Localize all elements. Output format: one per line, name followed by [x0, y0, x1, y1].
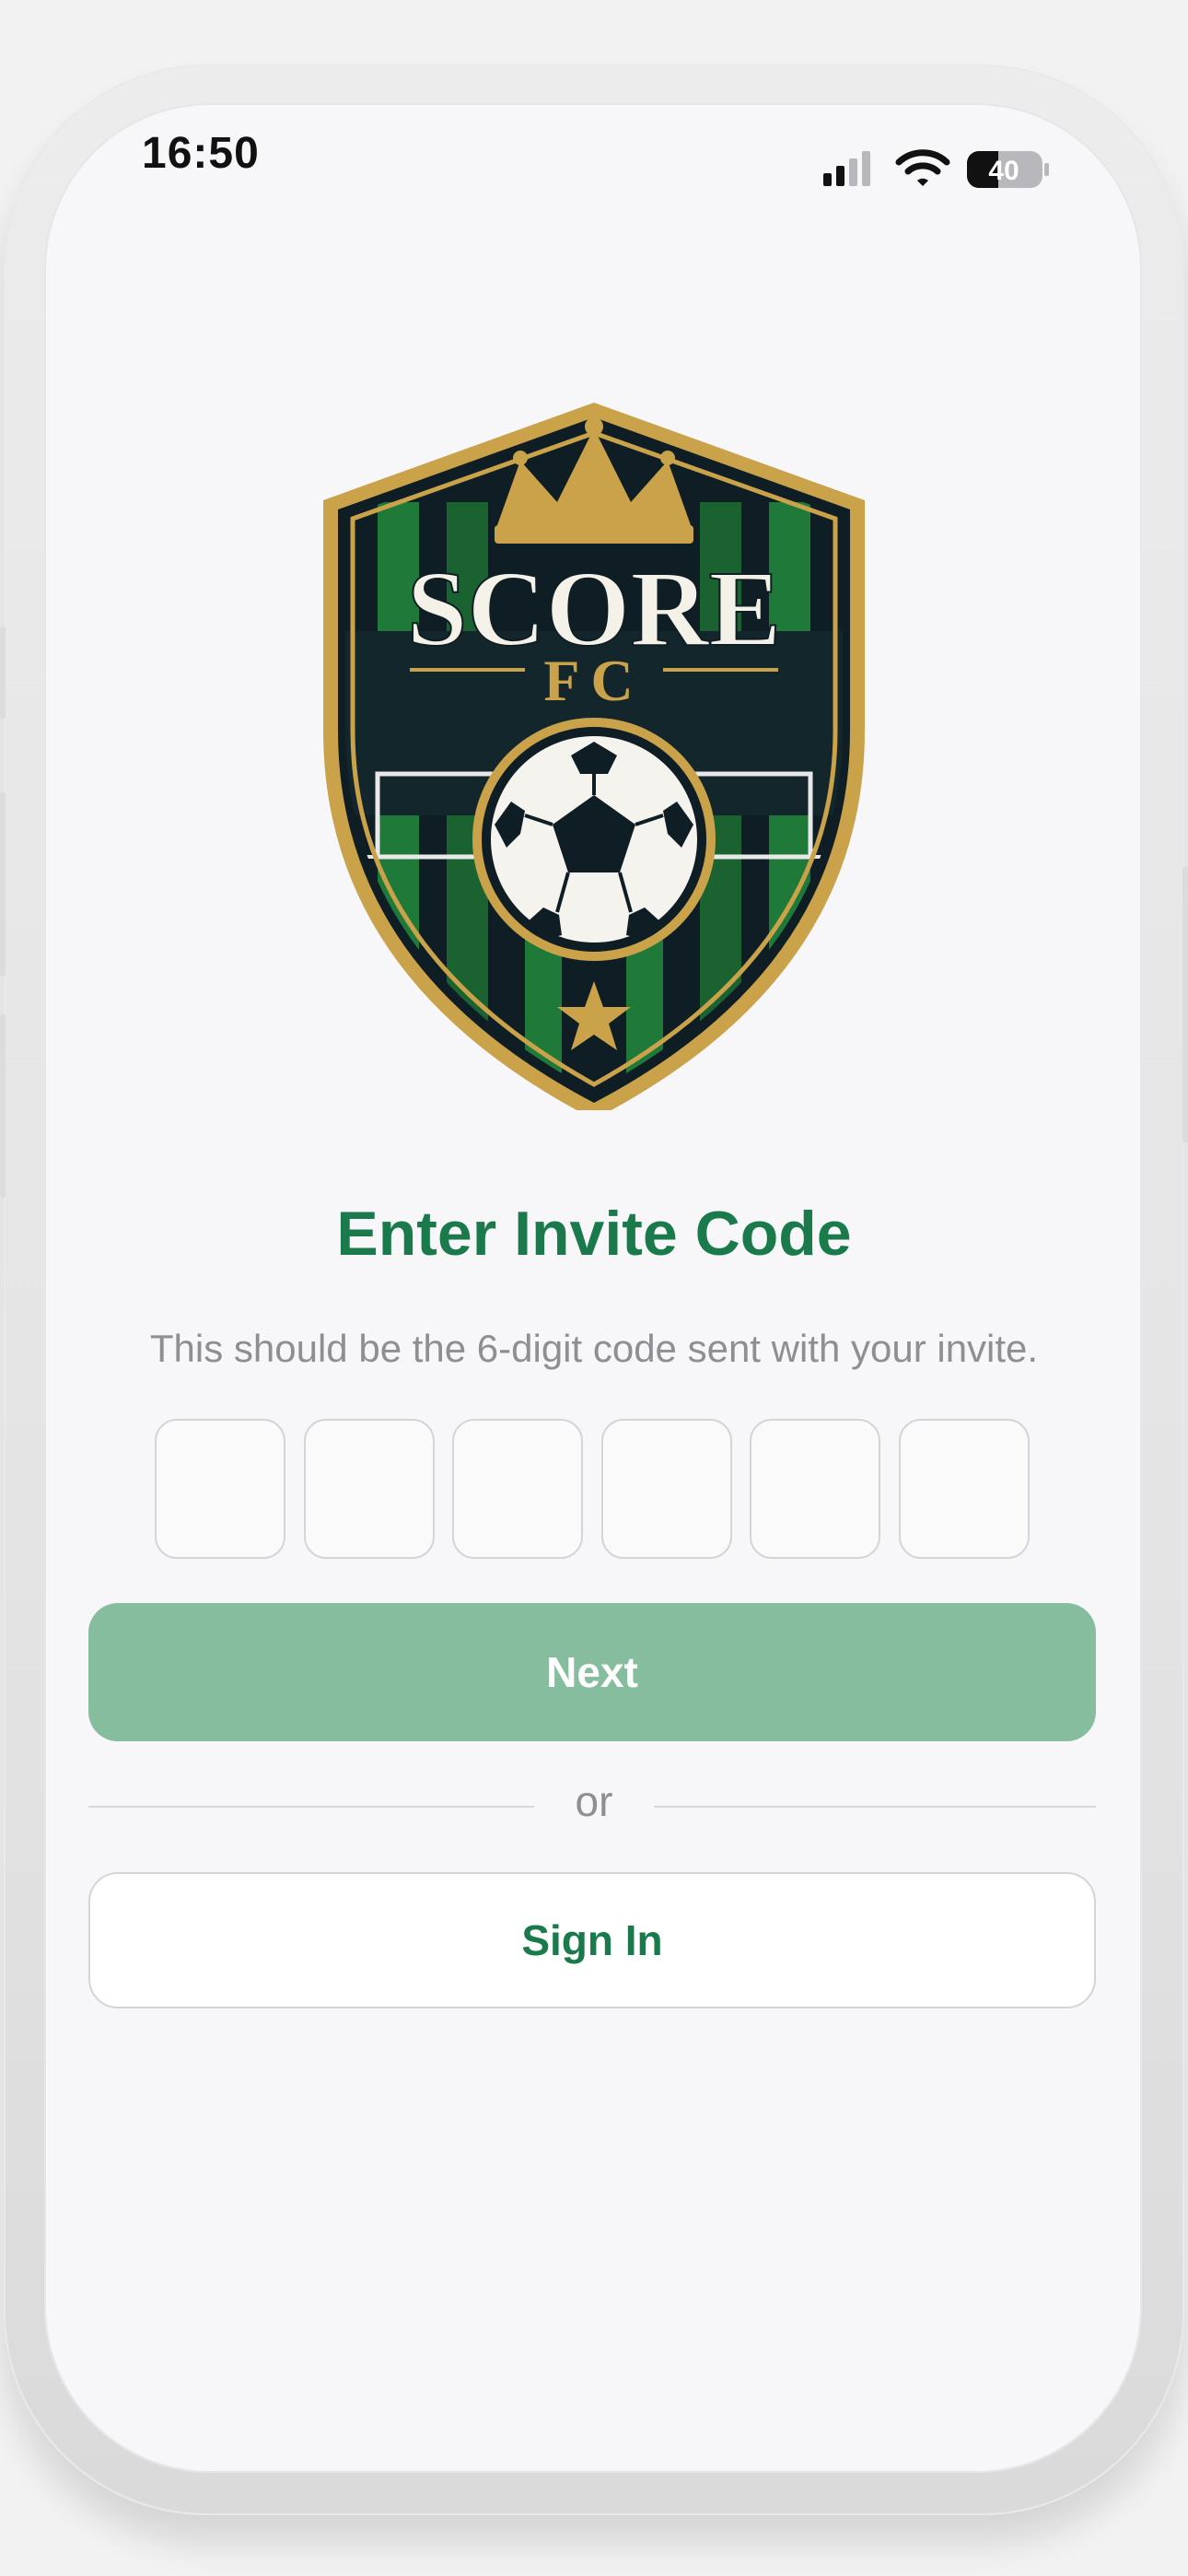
- status-time: 16:50: [142, 129, 260, 178]
- page-title: Enter Invite Code: [336, 1199, 852, 1269]
- code-digit-input-5[interactable]: [750, 1419, 880, 1559]
- next-button[interactable]: Next: [88, 1603, 1096, 1741]
- side-button: [0, 1013, 6, 1198]
- wifi-icon: [895, 149, 950, 186]
- status-icons: 40: [823, 149, 1049, 188]
- side-button: [0, 626, 6, 719]
- code-digit-input-2[interactable]: [304, 1419, 435, 1559]
- code-digit-input-3[interactable]: [452, 1419, 583, 1559]
- or-separator-label: or: [575, 1777, 613, 1825]
- sign-in-button[interactable]: Sign In: [88, 1872, 1096, 2008]
- side-button: [0, 792, 6, 977]
- crest-subtitle-text: FC: [543, 648, 644, 713]
- side-button: [1182, 866, 1188, 1142]
- invite-code-input-group: [155, 1419, 1033, 1563]
- soccer-ball-icon: [472, 718, 716, 961]
- page-subtitle: This should be the 6-digit code sent wit…: [149, 1327, 1039, 1370]
- score-fc-crest-logo: SCORE FC: [323, 403, 865, 1110]
- battery-percentage: 40: [988, 156, 1019, 186]
- code-digit-input-4[interactable]: [601, 1419, 732, 1559]
- code-digit-input-6[interactable]: [899, 1419, 1030, 1559]
- code-digit-input-1[interactable]: [155, 1419, 285, 1559]
- divider-left: [88, 1806, 534, 1808]
- divider-right: [654, 1806, 1096, 1808]
- cellular-signal-icon: [823, 151, 870, 186]
- battery-icon: 40: [967, 151, 1049, 188]
